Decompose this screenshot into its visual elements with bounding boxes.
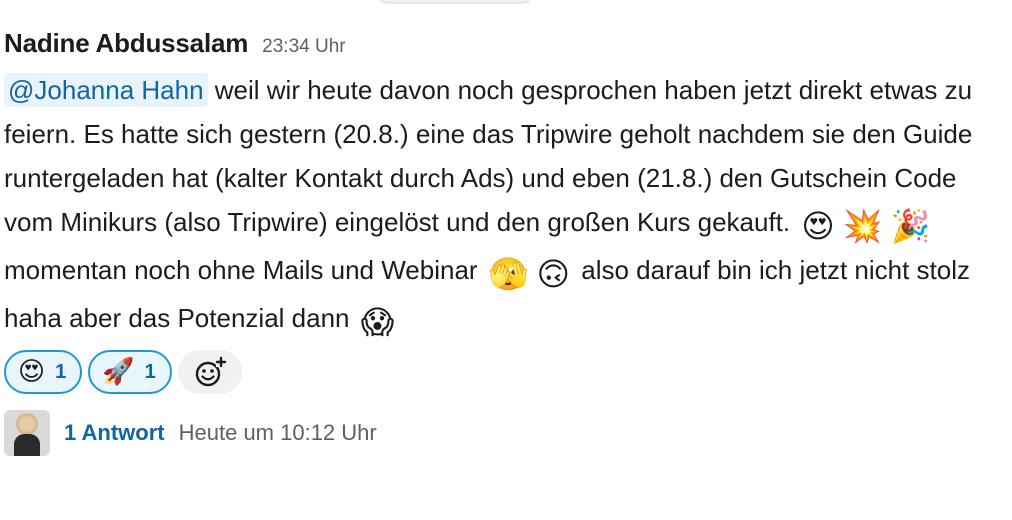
message-timestamp[interactable]: 23:34 Uhr	[262, 36, 345, 58]
peeking-eye-emoji: 🫣	[488, 255, 529, 293]
rocket-emoji: 🚀	[102, 357, 135, 387]
screaming-face-emoji: 😱	[360, 303, 395, 341]
message: Nadine Abdussalam 23:34 Uhr @Johanna Hah…	[4, 28, 1004, 456]
message-body: @Johanna Hahn weil wir heute davon noch …	[4, 68, 1004, 344]
heart-eyes-emoji: 😍	[18, 357, 46, 387]
reaction-heart-eyes[interactable]: 😍 1	[4, 350, 83, 394]
scroll-indicator	[380, 0, 530, 2]
collision-emoji: 💥	[842, 207, 883, 245]
reply-count-link[interactable]: 1 Antwort	[64, 420, 165, 446]
reaction-rocket[interactable]: 🚀 1	[88, 350, 172, 394]
reaction-count: 1	[55, 360, 67, 383]
upside-down-face-emoji: 🙃	[536, 255, 571, 293]
last-reply-time: Heute um 10:12 Uhr	[178, 420, 377, 445]
message-header: Nadine Abdussalam 23:34 Uhr	[4, 28, 1004, 68]
party-popper-emoji: 🎉	[890, 207, 931, 245]
add-reaction-icon	[195, 356, 226, 387]
reactions-bar: 😍 1 🚀 1	[4, 350, 1004, 394]
thread-summary[interactable]: 1 Antwort Heute um 10:12 Uhr	[4, 410, 1004, 456]
heart-eyes-emoji: 😍	[801, 207, 835, 245]
user-mention[interactable]: @Johanna Hahn	[4, 73, 208, 107]
author-name[interactable]: Nadine Abdussalam	[4, 28, 248, 59]
add-reaction-button[interactable]	[177, 350, 242, 394]
avatar[interactable]	[4, 410, 50, 456]
message-text-2: momentan noch ohne Mails und Webinar	[4, 255, 478, 285]
reaction-count: 1	[144, 360, 156, 383]
